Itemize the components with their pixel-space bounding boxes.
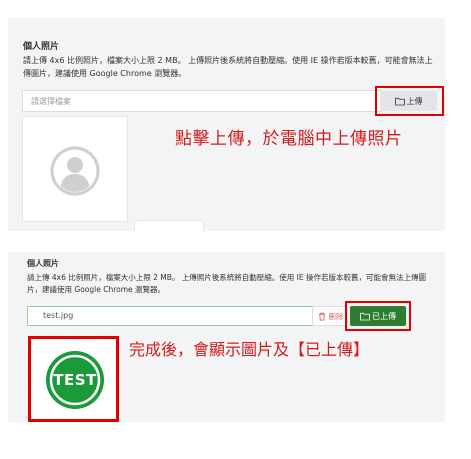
delete-button[interactable]: 刪除 (312, 306, 348, 326)
photo-upload-panel-before: 個人照片 請上傳 4x6 比例照片，檔案大小上限 2 MB。 上傳照片後系統將自… (8, 18, 445, 232)
user-avatar-icon (50, 146, 100, 196)
file-select-placeholder: 請選擇檔案 (31, 97, 71, 106)
upload-instructions: 請上傳 4x6 比例照片，檔案大小上限 2 MB。 上傳照片後系統將自動壓縮。使… (23, 56, 433, 78)
upload-instructions: 請上傳 4x6 比例照片，檔案大小上限 2 MB。 上傳照片後系統將自動壓縮。使… (27, 273, 427, 294)
annotation-instruction: 點擊上傳，於電腦中上傳照片 (175, 129, 403, 149)
trash-icon (318, 312, 325, 321)
selected-file-name: test.jpg (43, 311, 74, 320)
photo-preview-empty (22, 116, 128, 222)
preview-image-text: TEST (53, 371, 97, 389)
photo-upload-panel-after: 個人照片 請上傳 4x6 比例照片，檔案大小上限 2 MB。 上傳照片後系統將自… (8, 252, 445, 422)
photo-preview: TEST (28, 336, 119, 422)
file-select-input[interactable]: test.jpg (27, 306, 313, 326)
delete-button-label: 刪除 (328, 311, 344, 321)
annotation-highlight-upload (375, 86, 444, 116)
file-select-input[interactable]: 請選擇檔案 (22, 90, 382, 112)
annotation-highlight-uploaded (345, 301, 411, 331)
section-title: 個人照片 (23, 42, 60, 52)
section-title: 個人照片 (27, 259, 59, 268)
annotation-instruction: 完成後，會顯示圖片及【已上傳】 (129, 340, 370, 359)
card-tab (134, 220, 204, 232)
